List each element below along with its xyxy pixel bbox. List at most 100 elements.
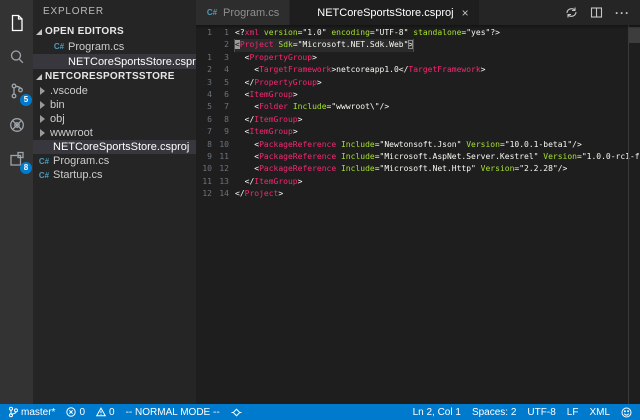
activity-item-explorer[interactable] (0, 6, 33, 40)
status-bar: master* 00 -- NORMAL MODE -- Ln 2, Col 1 Sp… (0, 404, 640, 420)
relative-line-number: 11 (196, 176, 212, 188)
tab-Program.cs[interactable]: C#Program.cs (196, 0, 290, 25)
line-number: 6 (212, 89, 229, 101)
code-text: <Project Sdk="Microsoft.NET.Sdk.Web"> (229, 39, 640, 51)
code-text: <Folder Include="wwwroot\"/> (229, 101, 640, 113)
relative-line-number (196, 39, 212, 51)
activity-item-debug[interactable] (0, 108, 33, 142)
tab-NETCoreSportsStore.csproj[interactable]: NETCoreSportsStore.csproj × (290, 0, 479, 25)
relative-line-number: 1 (196, 52, 212, 64)
status-warning-count[interactable]: 0 (96, 407, 115, 418)
csharp-file-icon: C# (38, 157, 50, 166)
line-number: 1 (212, 27, 229, 39)
code-text: <PackageReference Include="Microsoft.Asp… (229, 151, 640, 163)
gutter: 911 (196, 151, 229, 163)
code-line-9[interactable]: 79 <ItemGroup> (196, 126, 640, 138)
line-number: 7 (212, 101, 229, 113)
status-label: -- NORMAL MODE -- (126, 407, 220, 418)
status-vim-mode[interactable]: -- NORMAL MODE -- (126, 407, 220, 418)
status-feedback[interactable] (621, 407, 632, 418)
code-line-2[interactable]: 2 <Project Sdk="Microsoft.NET.Sdk.Web"> (196, 39, 640, 51)
close-icon[interactable]: × (462, 7, 469, 19)
gutter: 1113 (196, 176, 229, 188)
code-line-14[interactable]: 1214</Project> (196, 188, 640, 200)
status-language-mode[interactable]: XML (589, 407, 610, 418)
item-label: .vscode (50, 85, 88, 97)
code-text: </PropertyGroup> (229, 77, 640, 89)
more-actions-button[interactable]: ··· (615, 6, 630, 20)
item-label: obj (50, 113, 65, 125)
status-bar-right: Ln 2, Col 1 Spaces: 2 UTF-8 LF XML (413, 407, 640, 418)
status-git-branch-status[interactable]: master* (8, 406, 55, 418)
activity-item-search[interactable] (0, 40, 33, 74)
sidebar-title: EXPLORER (33, 0, 196, 24)
open-changes-button[interactable] (565, 6, 578, 19)
split-editor-icon (590, 6, 603, 19)
tree-item-Program.cs[interactable]: C#Program.cs (33, 154, 196, 168)
status-encoding[interactable]: UTF-8 (527, 407, 555, 418)
relative-line-number: 12 (196, 188, 212, 200)
tree-item-obj[interactable]: obj (33, 112, 196, 126)
relative-line-number: 4 (196, 89, 212, 101)
relative-line-number: 9 (196, 151, 212, 163)
code-text: <ItemGroup> (229, 89, 640, 101)
current-line-highlight: <Project Sdk="Microsoft.NET.Sdk.Web"> (235, 39, 413, 51)
code-line-1[interactable]: 11<?xml version="1.0" encoding="UTF-8" s… (196, 27, 640, 39)
tree-item-bin[interactable]: bin (33, 98, 196, 112)
activity-bar: 58 (0, 0, 33, 404)
code-line-12[interactable]: 1012 <PackageReference Include="Microsof… (196, 163, 640, 175)
gutter: 79 (196, 126, 229, 138)
activity-item-source-control[interactable]: 5 (0, 74, 33, 108)
code-line-4[interactable]: 24 <TargetFramework>netcoreapp1.0</Targe… (196, 64, 640, 76)
tree-item-wwwroot[interactable]: wwwroot (33, 126, 196, 140)
sidebar-sections: OPEN EDITORSC#Program.csNETCoreSportsSto… (33, 24, 196, 182)
open-editor-NETCoreSportsStore.csproj[interactable]: NETCoreSportsStore.csproj (33, 54, 196, 69)
extensions-badge: 8 (20, 162, 32, 174)
section-header-open-editors[interactable]: OPEN EDITORS (33, 24, 196, 39)
code-line-6[interactable]: 46 <ItemGroup> (196, 89, 640, 101)
tree-item-.vscode[interactable]: .vscode (33, 84, 196, 98)
status-eol[interactable]: LF (567, 407, 579, 418)
status-sync-indicator[interactable] (231, 407, 242, 418)
gutter: 1012 (196, 163, 229, 175)
twistie-open-icon (36, 29, 42, 35)
status-indentation[interactable]: Spaces: 2 (472, 407, 516, 418)
relative-line-number: 5 (196, 101, 212, 113)
code-line-7[interactable]: 57 <Folder Include="wwwroot\"/> (196, 101, 640, 113)
item-label: wwwroot (50, 127, 93, 139)
open-editor-Program.cs[interactable]: C#Program.cs (33, 39, 196, 54)
csharp-file-icon: C# (38, 171, 50, 180)
gutter: 2 (196, 39, 229, 51)
code-line-3[interactable]: 13 <PropertyGroup> (196, 52, 640, 64)
tab-label: NETCoreSportsStore.csproj (317, 7, 453, 19)
code-line-13[interactable]: 1113 </ItemGroup> (196, 176, 640, 188)
status-error-count[interactable]: 0 (66, 407, 85, 418)
code-line-5[interactable]: 35 </PropertyGroup> (196, 77, 640, 89)
code-line-10[interactable]: 810 <PackageReference Include="Newtonsof… (196, 139, 640, 151)
code-line-8[interactable]: 68 </ItemGroup> (196, 114, 640, 126)
activity-item-extensions[interactable]: 8 (0, 142, 33, 176)
gutter: 24 (196, 64, 229, 76)
chevron-right-icon (40, 101, 45, 109)
explorer-icon (7, 13, 27, 33)
split-editor-button[interactable] (590, 6, 603, 19)
section-header-tree[interactable]: NETCORESPORTSSTORE (33, 69, 196, 84)
code-line-11[interactable]: 911 <PackageReference Include="Microsoft… (196, 151, 640, 163)
relative-line-number: 8 (196, 139, 212, 151)
code-editor[interactable]: 11<?xml version="1.0" encoding="UTF-8" s… (196, 25, 640, 404)
status-cursor-position[interactable]: Ln 2, Col 1 (413, 407, 461, 418)
gutter: 35 (196, 77, 229, 89)
tab-bar: C#Program.cs NETCoreSportsStore.csproj × ··… (196, 0, 640, 25)
vscode-window: 58 EXPLORER OPEN EDITORSC#Program.csNETC… (0, 0, 640, 420)
code-text: <ItemGroup> (229, 126, 640, 138)
status-label: Ln 2, Col 1 (413, 407, 461, 418)
tree-item-NETCoreSportsStore.csproj[interactable]: NETCoreSportsStore.csproj (33, 140, 196, 154)
tab-label: Program.cs (223, 7, 279, 19)
editor-actions: ··· (565, 0, 640, 25)
scrollbar-thumb[interactable] (629, 27, 640, 43)
tree-item-Startup.cs[interactable]: C#Startup.cs (33, 168, 196, 182)
line-number: 8 (212, 114, 229, 126)
relative-line-number: 10 (196, 163, 212, 175)
debug-icon (7, 115, 27, 135)
gutter: 68 (196, 114, 229, 126)
